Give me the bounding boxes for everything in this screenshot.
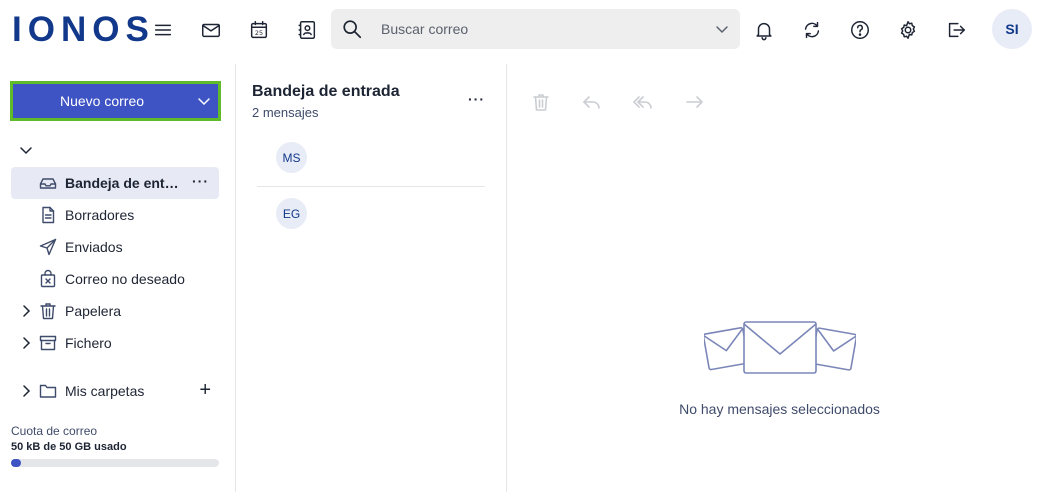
chevron-right-icon[interactable] [18, 335, 34, 351]
search-input[interactable] [381, 9, 701, 49]
help-icon[interactable] [844, 14, 876, 46]
logout-icon[interactable] [940, 14, 972, 46]
top-header: IONOS 25 SI [0, 0, 1038, 64]
user-avatar[interactable]: SI [992, 9, 1032, 49]
quota-value: 50 kB de 50 GB usado [11, 441, 127, 453]
list-item[interactable]: MS [257, 133, 485, 181]
sidebar-item-inbox[interactable]: Bandeja de ent… ··· [11, 167, 219, 199]
sidebar-item-drafts[interactable]: Borradores [11, 199, 219, 231]
bell-icon[interactable] [748, 14, 780, 46]
sender-avatar: MS [276, 142, 307, 173]
settings-gear-icon[interactable] [892, 14, 924, 46]
menu-icon[interactable] [147, 14, 179, 46]
folder-title: Bandeja de entrada [252, 83, 400, 100]
sidebar-item-archive[interactable]: Fichero [11, 327, 219, 359]
refresh-icon[interactable] [796, 14, 828, 46]
search-options-chevron-icon[interactable] [714, 21, 730, 37]
sidebar-item-trash[interactable]: Papelera [11, 295, 219, 327]
quota-progress-bar [11, 459, 219, 467]
inbox-icon [38, 173, 58, 193]
list-item[interactable]: EG [257, 189, 485, 237]
sender-avatar: EG [276, 198, 307, 229]
list-divider [257, 186, 485, 187]
sidebar-item-label: Fichero [65, 335, 112, 351]
reply-all-icon[interactable] [632, 91, 656, 115]
compose-button-focus-ring: Nuevo correo [10, 81, 221, 121]
sidebar-item-label: Borradores [65, 207, 135, 223]
account-collapse-chevron-icon[interactable] [18, 142, 34, 158]
sidebar-item-label: Mis carpetas [65, 383, 145, 399]
spam-icon [38, 269, 58, 289]
search-bar[interactable] [331, 9, 740, 49]
send-icon [38, 237, 58, 257]
folder-more-options-icon[interactable]: ··· [192, 173, 209, 189]
draft-icon [38, 205, 58, 225]
sidebar-item-my-folders[interactable]: Mis carpetas + [11, 375, 219, 407]
forward-icon[interactable] [684, 91, 708, 115]
message-count: 2 mensajes [252, 105, 319, 120]
trash-icon [38, 301, 58, 321]
ionos-logo[interactable]: IONOS [12, 12, 155, 48]
add-folder-plus-icon[interactable]: + [199, 379, 211, 402]
search-icon [341, 18, 363, 40]
chevron-right-icon[interactable] [18, 303, 34, 319]
list-more-options-icon[interactable]: ··· [468, 91, 485, 107]
empty-state-text: No hay mensajes seleccionados [679, 401, 880, 417]
folder-sidebar: Nuevo correo Bandeja de ent… ··· Borrado… [0, 64, 236, 492]
delete-trash-icon[interactable] [530, 91, 554, 115]
folder-icon [38, 381, 58, 401]
sidebar-item-sent[interactable]: Enviados [11, 231, 219, 263]
chevron-down-icon[interactable] [196, 93, 212, 109]
archive-icon [38, 333, 58, 353]
new-mail-button[interactable]: Nuevo correo [13, 84, 218, 118]
sidebar-item-label: Enviados [65, 239, 123, 255]
message-list-panel: Bandeja de entrada 2 mensajes ··· MS EG [236, 64, 507, 492]
mail-icon[interactable] [195, 14, 227, 46]
contacts-icon[interactable] [291, 14, 323, 46]
reading-pane: No hay mensajes seleccionados [508, 64, 1038, 492]
calendar-icon[interactable]: 25 [243, 14, 275, 46]
empty-envelopes-icon [702, 319, 858, 375]
sidebar-item-label: Bandeja de ent… [65, 175, 179, 191]
sidebar-item-label: Papelera [65, 303, 122, 319]
reply-icon[interactable] [581, 91, 605, 115]
calendar-day-text: 25 [255, 29, 263, 37]
quota-label: Cuota de correo [11, 424, 98, 438]
chevron-right-icon[interactable] [18, 383, 34, 399]
sidebar-item-spam[interactable]: Correo no deseado [11, 263, 219, 295]
quota-progress-fill [11, 459, 22, 467]
new-mail-label: Nuevo correo [59, 93, 145, 109]
sidebar-item-label: Correo no deseado [65, 271, 185, 287]
